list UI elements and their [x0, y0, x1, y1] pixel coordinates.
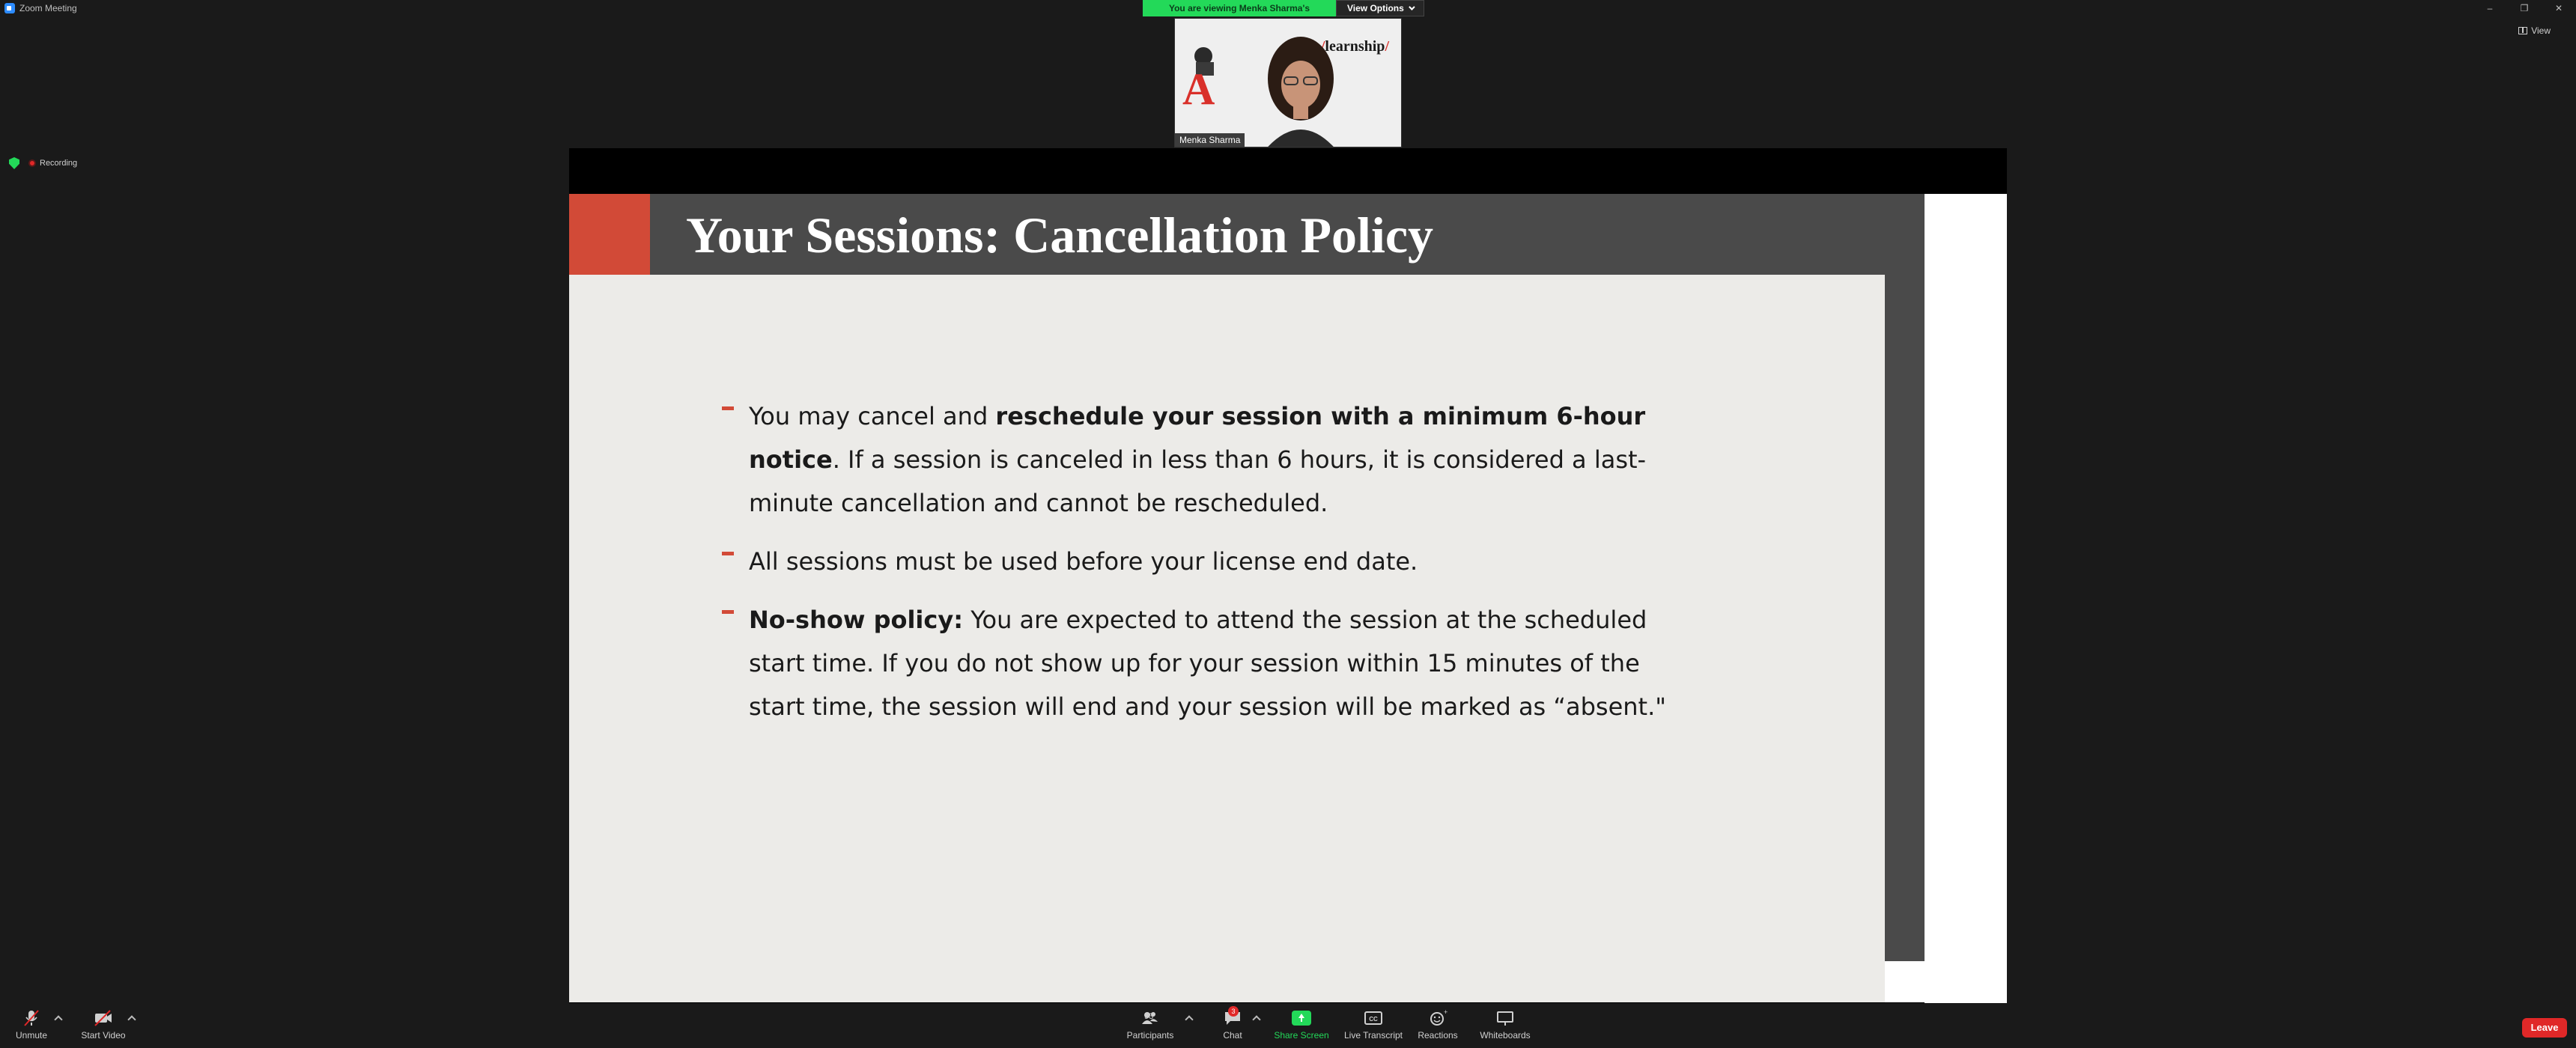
- video-options-caret-icon[interactable]: [127, 1015, 136, 1024]
- microphone-muted-icon: [24, 1010, 39, 1026]
- start-video-label: Start Video: [81, 1030, 126, 1041]
- bullet-text: . If a session is canceled in less than …: [749, 445, 1647, 517]
- share-screen-icon: [1292, 1011, 1311, 1026]
- slide-margin: [1925, 194, 2007, 1003]
- brand-letter-a-icon: A: [1182, 64, 1215, 114]
- unmute-button[interactable]: Unmute: [15, 1009, 48, 1041]
- window-controls: – ❐ ✕: [2473, 0, 2576, 16]
- bullet-text: All sessions must be used before your li…: [749, 547, 1418, 576]
- slide-title: Your Sessions: Cancellation Policy: [686, 207, 1434, 263]
- restore-icon[interactable]: ❐: [2507, 0, 2542, 16]
- reactions-label: Reactions: [1418, 1030, 1458, 1041]
- participant-name: Menka Sharma: [1175, 133, 1245, 147]
- view-button[interactable]: View: [2518, 25, 2551, 36]
- whiteboards-label: Whiteboards: [1480, 1030, 1531, 1041]
- bullet-bold-text: No-show policy:: [749, 606, 964, 634]
- participants-count: 93: [1144, 1012, 1154, 1021]
- view-grid-icon: [2518, 27, 2528, 34]
- participants-options-caret-icon[interactable]: [1185, 1015, 1194, 1024]
- smiley-plus-icon: +: [1430, 1009, 1448, 1026]
- meeting-status: Recording: [9, 157, 77, 169]
- slide-accent-block: [569, 194, 650, 275]
- close-icon[interactable]: ✕: [2542, 0, 2576, 16]
- view-options-button[interactable]: View Options: [1336, 0, 1424, 16]
- bullet-dash-icon: [722, 610, 734, 614]
- live-transcript-label: Live Transcript: [1343, 1030, 1403, 1041]
- chat-label: Chat: [1223, 1030, 1242, 1041]
- audio-options-caret-icon[interactable]: [54, 1015, 63, 1024]
- chat-button[interactable]: 3 Chat: [1218, 1006, 1248, 1041]
- slide-side-bar: [1885, 275, 1925, 961]
- participants-button[interactable]: 93 Participants: [1123, 1009, 1177, 1041]
- zoom-app-icon: [4, 3, 15, 13]
- start-video-button[interactable]: Start Video: [79, 1009, 127, 1041]
- share-screen-icon-wrap: [1292, 1009, 1311, 1027]
- closed-captions-icon: CC: [1364, 1011, 1382, 1025]
- unmute-label: Unmute: [15, 1030, 48, 1041]
- window-title: Zoom Meeting: [19, 3, 77, 13]
- slide-body: You may cancel and reschedule your sessi…: [569, 275, 1885, 1002]
- presentation-slide: Your Sessions: Cancellation Policy You m…: [569, 194, 1925, 1002]
- recording-dot-icon: [28, 159, 36, 167]
- participants-label: Participants: [1126, 1030, 1174, 1041]
- bullet-text: You may cancel and: [749, 402, 996, 430]
- participant-video-tile[interactable]: A /learnship/ Menka Sharma: [1174, 18, 1402, 147]
- recording-label: Recording: [40, 159, 78, 168]
- view-label: View: [2531, 25, 2551, 36]
- svg-text:+: +: [1444, 1009, 1448, 1016]
- viewing-screen-label: You are viewing Menka Sharma's screen: [1143, 0, 1336, 30]
- view-options-label: View Options: [1347, 3, 1404, 13]
- bullet-item: No-show policy: You are expected to atte…: [722, 598, 1695, 728]
- meeting-toolbar: Unmute Start Video 93 Participants 3 Cha…: [0, 1003, 2576, 1048]
- bullet-list: You may cancel and reschedule your sessi…: [722, 394, 1695, 743]
- chat-unread-badge: 3: [1228, 1006, 1239, 1017]
- minimize-icon[interactable]: –: [2473, 0, 2507, 16]
- chevron-down-icon: [1408, 4, 1415, 10]
- encryption-shield-icon[interactable]: [9, 157, 19, 169]
- video-camera-off-icon: [94, 1010, 112, 1026]
- screen-share-banner: You are viewing Menka Sharma's screen Vi…: [1143, 0, 1424, 30]
- recording-indicator[interactable]: Recording: [28, 159, 77, 168]
- svg-text:CC: CC: [1369, 1016, 1378, 1023]
- whiteboards-button[interactable]: Whiteboards: [1477, 1009, 1534, 1041]
- bullet-dash-icon: [722, 552, 734, 555]
- whiteboard-icon: [1497, 1011, 1513, 1026]
- participant-video-feed: [1268, 37, 1334, 147]
- live-transcript-button[interactable]: CC Live Transcript: [1342, 1009, 1405, 1041]
- bullet-dash-icon: [722, 406, 734, 410]
- bullet-item: All sessions must be used before your li…: [722, 540, 1695, 583]
- leave-button[interactable]: Leave: [2522, 1018, 2567, 1038]
- bullet-item: You may cancel and reschedule your sessi…: [722, 394, 1695, 525]
- share-screen-button[interactable]: Share Screen: [1274, 1009, 1329, 1041]
- chat-options-caret-icon[interactable]: [1252, 1015, 1261, 1024]
- reactions-button[interactable]: + Reactions: [1415, 1009, 1460, 1041]
- share-screen-label: Share Screen: [1274, 1030, 1329, 1041]
